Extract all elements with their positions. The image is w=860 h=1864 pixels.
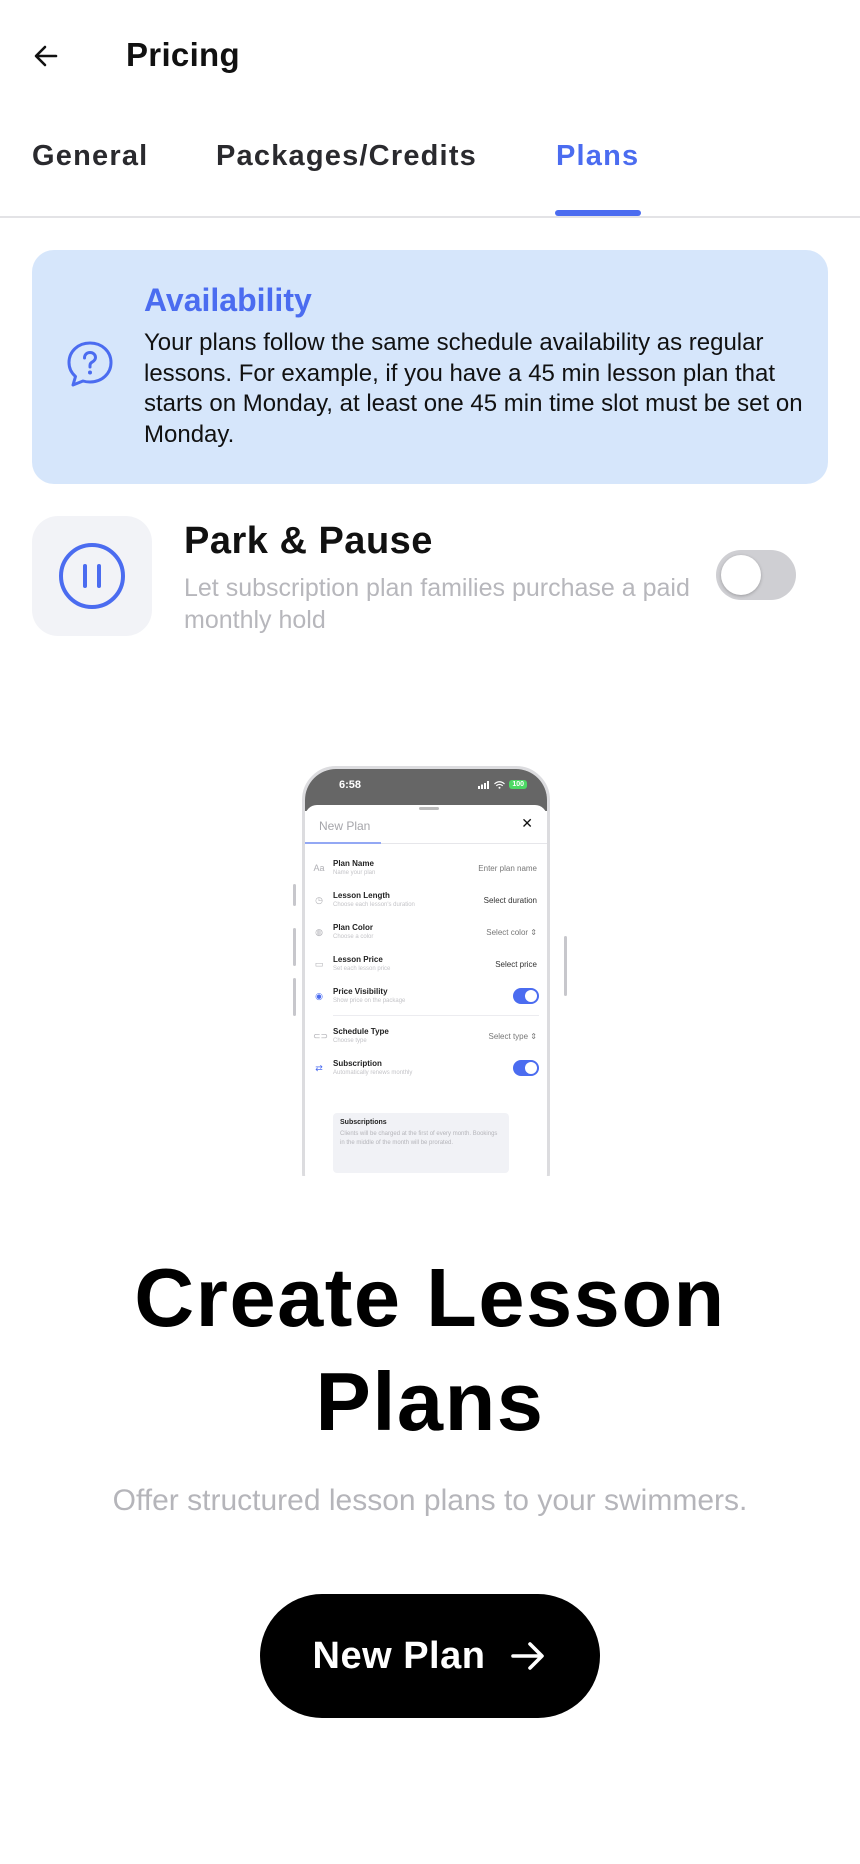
palette-icon: ◍ xyxy=(315,927,323,937)
repeat-icon: ⇄ xyxy=(315,1063,323,1073)
tab-active-indicator xyxy=(555,210,641,216)
mock-row-value: Enter plan name xyxy=(478,864,537,873)
wifi-icon xyxy=(494,780,506,789)
phone-button xyxy=(564,936,567,996)
park-pause-toggle[interactable] xyxy=(716,550,796,600)
mock-subscriptions-note: Subscriptions Clients will be charged at… xyxy=(333,1113,509,1173)
mock-divider xyxy=(333,1015,539,1016)
mock-row-label: Schedule Type xyxy=(333,1027,389,1036)
create-lesson-plans-title: Create Lesson Plans xyxy=(0,1246,860,1454)
text-icon: Aa xyxy=(313,863,325,873)
availability-text: Your plans follow the same schedule avai… xyxy=(144,329,803,448)
mock-row-value: Select type ⇕ xyxy=(488,1032,537,1041)
battery-icon: 100 xyxy=(509,780,527,789)
tab-general[interactable]: General xyxy=(32,140,148,173)
mock-row-sub: Show price on the package xyxy=(333,998,406,1004)
mock-row-label: Plan Name xyxy=(333,859,374,868)
park-pause-description: Let subscription plan families purchase … xyxy=(184,574,690,634)
phone-button xyxy=(293,928,296,966)
mock-note-title: Subscriptions xyxy=(340,1119,387,1126)
switch-icon: ⊂⊃ xyxy=(313,1031,329,1041)
mock-note-text: Clients will be charged at the first of … xyxy=(340,1131,498,1146)
eye-icon: ◉ xyxy=(315,991,323,1001)
mock-row-sub: Choose a color xyxy=(333,934,374,940)
mock-toggle xyxy=(513,1060,539,1076)
mock-row-label: Price Visibility xyxy=(333,987,388,996)
create-lesson-plans-subtitle: Offer structured lesson plans to your sw… xyxy=(112,1484,748,1517)
new-plan-label: New Plan xyxy=(312,1634,486,1677)
mock-row-schedule-type: ⊂⊃ Schedule Type Choose type Select type… xyxy=(305,1025,547,1055)
phone-button xyxy=(293,884,296,906)
mock-row-sub: Choose type xyxy=(333,1038,367,1044)
mock-row-lesson-length: ◷ Lesson Length Choose each lesson's dur… xyxy=(305,889,547,919)
title-line: Create Lesson xyxy=(134,1251,726,1344)
mock-row-label: Lesson Length xyxy=(333,891,390,900)
money-icon: ▭ xyxy=(314,959,324,969)
mock-row-price-visibility: ◉ Price Visibility Show price on the pac… xyxy=(305,985,547,1015)
sheet-title: New Plan xyxy=(319,819,371,833)
clock-icon: ◷ xyxy=(315,895,323,905)
mock-row-label: Lesson Price xyxy=(333,955,383,964)
park-pause-title: Park & Pause xyxy=(184,520,433,562)
close-icon: ✕ xyxy=(521,815,533,831)
tab-bar: General Packages/Credits Plans xyxy=(0,130,860,218)
mock-row-value: Select price xyxy=(495,960,537,969)
signal-icon xyxy=(478,780,490,789)
mock-row-sub: Choose each lesson's duration xyxy=(333,902,415,908)
mock-row-label: Subscription xyxy=(333,1059,382,1068)
mock-row-subscription: ⇄ Subscription Automatically renews mont… xyxy=(305,1057,547,1087)
mock-row-sub: Automatically renews monthly xyxy=(333,1070,413,1076)
phone-mockup: 6:58 100 New Plan ✕ Aa Plan Name Name yo… xyxy=(292,766,568,1176)
phone-button xyxy=(293,978,296,1016)
park-pause-row: Park & Pause Let subscription plan famil… xyxy=(32,516,828,638)
mock-row-value: Select duration xyxy=(483,896,537,905)
tab-packages-credits[interactable]: Packages/Credits xyxy=(216,140,477,173)
mock-row-sub: Name your plan xyxy=(333,870,376,876)
mock-row-lesson-price: ▭ Lesson Price Set each lesson price Sel… xyxy=(305,953,547,983)
page-title: Pricing xyxy=(126,36,240,73)
mock-row-sub: Set each lesson price xyxy=(333,966,391,972)
mock-row-plan-color: ◍ Plan Color Choose a color Select color… xyxy=(305,921,547,951)
sheet-handle xyxy=(419,807,439,810)
new-plan-button[interactable]: New Plan xyxy=(260,1594,600,1718)
back-button[interactable] xyxy=(28,38,64,74)
new-plan-sheet: New Plan ✕ Aa Plan Name Name your plan E… xyxy=(305,805,547,1176)
pause-circle-icon xyxy=(59,543,125,609)
phone-status-icons: 100 xyxy=(478,780,527,789)
mock-row-plan-name: Aa Plan Name Name your plan Enter plan n… xyxy=(305,857,547,887)
availability-title: Availability xyxy=(144,282,312,318)
mock-row-label: Plan Color xyxy=(333,923,374,932)
header: Pricing xyxy=(0,0,860,115)
arrow-right-icon xyxy=(511,1642,545,1670)
arrow-left-icon xyxy=(34,45,58,67)
phone-screen: 6:58 100 New Plan ✕ Aa Plan Name Name yo… xyxy=(302,766,550,1176)
availability-banner: Availability Your plans follow the same … xyxy=(32,250,828,484)
title-line: Plans xyxy=(315,1355,545,1448)
tab-plans[interactable]: Plans xyxy=(556,140,639,173)
mock-row-value: Select color ⇕ xyxy=(486,928,537,937)
phone-time: 6:58 xyxy=(339,779,362,791)
sheet-progress xyxy=(305,842,381,844)
toggle-knob xyxy=(721,555,761,595)
park-pause-icon-box xyxy=(32,516,152,636)
mock-toggle xyxy=(513,988,539,1004)
question-bubble-icon xyxy=(67,341,113,387)
